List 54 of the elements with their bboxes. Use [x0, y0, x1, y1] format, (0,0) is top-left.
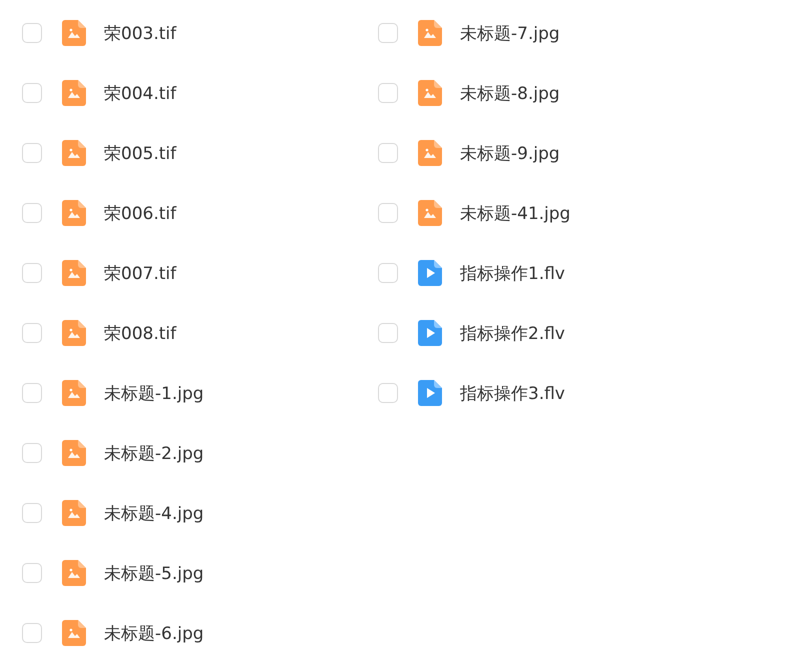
checkbox[interactable]: [22, 83, 42, 103]
file-name[interactable]: 荣006.tif: [104, 202, 176, 224]
image-file-icon: [62, 440, 86, 466]
file-name[interactable]: 未标题-9.jpg: [460, 142, 560, 164]
checkbox[interactable]: [378, 143, 398, 163]
checkbox[interactable]: [378, 383, 398, 403]
file-name[interactable]: 未标题-7.jpg: [460, 22, 560, 44]
image-file-icon: [418, 140, 442, 166]
checkbox[interactable]: [22, 383, 42, 403]
file-name[interactable]: 未标题-8.jpg: [460, 82, 560, 104]
image-file-icon: [62, 200, 86, 226]
checkbox[interactable]: [22, 143, 42, 163]
checkbox[interactable]: [22, 323, 42, 343]
file-name[interactable]: 未标题-6.jpg: [104, 622, 204, 644]
video-file-icon: [418, 260, 442, 286]
checkbox[interactable]: [378, 83, 398, 103]
checkbox[interactable]: [22, 443, 42, 463]
file-name[interactable]: 荣008.tif: [104, 322, 176, 344]
image-file-icon: [62, 500, 86, 526]
file-name[interactable]: 未标题-5.jpg: [104, 562, 204, 584]
checkbox[interactable]: [22, 503, 42, 523]
checkbox[interactable]: [22, 623, 42, 643]
image-file-icon: [62, 320, 86, 346]
video-file-icon: [418, 320, 442, 346]
file-name[interactable]: 未标题-2.jpg: [104, 442, 204, 464]
file-name[interactable]: 未标题-41.jpg: [460, 202, 570, 224]
image-file-icon: [62, 560, 86, 586]
image-file-icon: [62, 380, 86, 406]
file-name[interactable]: 指标操作1.flv: [460, 262, 565, 284]
checkbox[interactable]: [378, 203, 398, 223]
checkbox[interactable]: [378, 323, 398, 343]
image-file-icon: [62, 80, 86, 106]
checkbox[interactable]: [378, 23, 398, 43]
image-file-icon: [418, 200, 442, 226]
checkbox[interactable]: [22, 563, 42, 583]
file-name[interactable]: 未标题-1.jpg: [104, 382, 204, 404]
image-file-icon: [418, 80, 442, 106]
image-file-icon: [62, 140, 86, 166]
checkbox[interactable]: [22, 203, 42, 223]
image-file-icon: [62, 620, 86, 646]
file-name[interactable]: 荣003.tif: [104, 22, 176, 44]
checkbox[interactable]: [378, 263, 398, 283]
checkbox[interactable]: [22, 23, 42, 43]
file-name[interactable]: 荣005.tif: [104, 142, 176, 164]
image-file-icon: [62, 260, 86, 286]
file-name[interactable]: 指标操作3.flv: [460, 382, 565, 404]
file-name[interactable]: 荣004.tif: [104, 82, 176, 104]
file-name[interactable]: 荣007.tif: [104, 262, 176, 284]
image-file-icon: [62, 20, 86, 46]
checkbox[interactable]: [22, 263, 42, 283]
image-file-icon: [418, 20, 442, 46]
file-name[interactable]: 未标题-4.jpg: [104, 502, 204, 524]
file-name[interactable]: 指标操作2.flv: [460, 322, 565, 344]
video-file-icon: [418, 380, 442, 406]
